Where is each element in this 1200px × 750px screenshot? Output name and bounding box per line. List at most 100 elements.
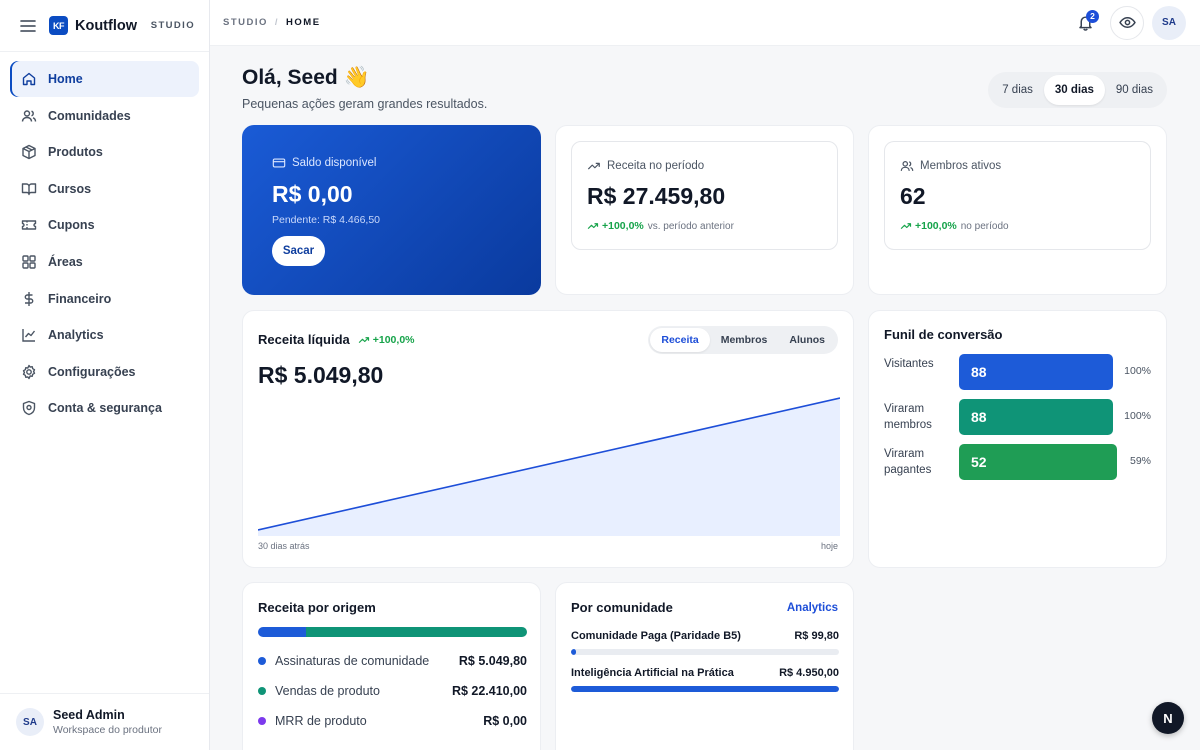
book-icon: [21, 183, 37, 195]
source-label: Assinaturas de comunidade: [275, 654, 430, 668]
stack-segment: [306, 627, 527, 637]
funnel-percent: 59%: [1129, 455, 1151, 467]
withdraw-button[interactable]: Sacar: [272, 236, 325, 266]
x-axis-start-label: 30 dias atrás: [258, 541, 310, 551]
net-revenue-card: Receita líquida +100,0% R$ 5.049,80 Rece…: [242, 310, 854, 568]
funnel-value: 52: [971, 454, 987, 470]
by-community-card: Por comunidade Analytics Comunidade Paga…: [555, 582, 854, 750]
members-delta-note: no período: [960, 220, 1009, 232]
revenue-kpi-footer: +100,0% vs. período anterior: [587, 220, 734, 232]
metric-tabs: Receita Membros Alunos: [648, 326, 838, 354]
legend-dot: [258, 687, 266, 695]
brand-name[interactable]: Koutflow: [75, 18, 137, 34]
funnel-title: Funil de conversão: [884, 327, 1003, 342]
line-chart-icon: [22, 329, 36, 342]
breadcrumb: STUDIO / HOME: [223, 17, 321, 28]
users-icon: [900, 161, 914, 171]
community-progress-fill: [571, 649, 577, 655]
source-label: MRR de produto: [275, 714, 367, 728]
community-progress: [571, 649, 839, 655]
menu-icon[interactable]: [20, 19, 36, 33]
credit-card-icon: [272, 158, 286, 168]
sidebar-item-label: Comunidades: [48, 108, 131, 123]
breadcrumb-studio[interactable]: STUDIO: [223, 17, 268, 28]
sidebar-item-label: Analytics: [48, 328, 104, 343]
funnel-value: 88: [971, 364, 987, 380]
notifications-button[interactable]: 2: [1068, 6, 1102, 40]
by-community-title: Por comunidade: [571, 600, 673, 615]
sidebar-item-label: Produtos: [48, 145, 103, 160]
community-name: Inteligência Artificial na Prática: [571, 667, 734, 679]
period-30-dias[interactable]: 30 dias: [1043, 75, 1105, 105]
source-label: Vendas de produto: [275, 684, 380, 698]
source-value: R$ 22.410,00: [451, 684, 527, 698]
members-kpi-footer: +100,0% no período: [900, 220, 1009, 232]
tab-receita[interactable]: Receita: [650, 328, 710, 352]
topbar: STUDIO / HOME 2 SA: [210, 0, 1200, 46]
tab-alunos[interactable]: Alunos: [778, 328, 836, 352]
sidebar-user[interactable]: SA Seed Admin Workspace do produtor: [0, 693, 209, 750]
sidebar-item-label: Cursos: [48, 181, 92, 196]
balance-label: Saldo disponível: [272, 156, 376, 170]
breadcrumb-home: HOME: [286, 17, 321, 28]
x-axis-end-label: hoje: [820, 541, 838, 551]
balance-value: R$ 0,00: [272, 181, 353, 207]
eye-icon: [1118, 16, 1136, 29]
sidebar-item-label: Financeiro: [48, 291, 112, 306]
sidebar: KF Koutflow STUDIO Home Comunidades Prod…: [0, 0, 210, 750]
avatar: SA: [16, 708, 44, 736]
period-selector: 7 dias 30 dias 90 dias: [988, 72, 1167, 108]
trending-up-icon: [587, 162, 600, 170]
period-90-dias[interactable]: 90 dias: [1105, 75, 1164, 105]
funnel-card: Funil de conversão Visitantes 88 100% Vi…: [868, 310, 1167, 568]
funnel-percent: 100%: [1124, 410, 1151, 422]
users-icon: [21, 109, 37, 122]
community-progress: [571, 686, 839, 692]
sidebar-item-label: Conta & segurança: [48, 401, 162, 416]
balance-pending: Pendente: R$ 4.466,50: [272, 214, 381, 226]
trending-up-icon: [358, 336, 369, 343]
funnel-label: Viraram membros: [884, 403, 932, 431]
notification-badge: 2: [1086, 9, 1099, 23]
sidebar-item-financeiro[interactable]: Financeiro: [10, 281, 199, 317]
net-revenue-title-text: Receita líquida: [258, 332, 350, 347]
funnel-label: Viraram pagantes: [884, 448, 932, 476]
preview-button[interactable]: [1110, 5, 1144, 40]
analytics-link[interactable]: Analytics: [787, 602, 838, 614]
revenue-kpi-value: R$ 27.459,80: [587, 183, 726, 209]
sidebar-item-produtos[interactable]: Produtos: [10, 134, 199, 170]
greeting: Olá, Seed 👋 Pequenas ações geram grandes…: [242, 66, 487, 111]
community-value: R$ 99,80: [794, 630, 839, 642]
sidebar-header: KF Koutflow STUDIO: [0, 0, 209, 52]
sidebar-item-home[interactable]: Home: [10, 61, 199, 97]
sidebar-item-areas[interactable]: Áreas: [10, 244, 199, 280]
studio-tag: STUDIO: [150, 20, 195, 31]
period-7-dias[interactable]: 7 dias: [991, 75, 1044, 105]
topbar-avatar[interactable]: SA: [1152, 5, 1186, 40]
sidebar-item-analytics[interactable]: Analytics: [10, 317, 199, 353]
funnel-value: 88: [971, 409, 987, 425]
page-title: Olá, Seed 👋: [242, 66, 370, 89]
sidebar-item-cupons[interactable]: Cupons: [10, 207, 199, 243]
source-row: MRR de produto R$ 0,00: [258, 711, 527, 731]
balance-label-text: Saldo disponível: [292, 157, 377, 169]
sidebar-item-label: Home: [48, 72, 83, 86]
sidebar-item-cursos[interactable]: Cursos: [10, 171, 199, 207]
revenue-kpi-label-text: Receita no período: [607, 160, 705, 172]
page-subtitle: Pequenas ações geram grandes resultados.: [242, 97, 488, 111]
revenue-kpi-card: Receita no período R$ 27.459,80 +100,0% …: [555, 125, 854, 295]
sidebar-item-conta-seguranca[interactable]: Conta & segurança: [10, 390, 199, 426]
tab-membros[interactable]: Membros: [710, 328, 779, 352]
sidebar-item-comunidades[interactable]: Comunidades: [10, 98, 199, 134]
net-revenue-value: R$ 5.049,80: [258, 362, 384, 388]
help-fab-button[interactable]: N: [1152, 702, 1184, 734]
revenue-by-source-card: Receita por origem Assinaturas de comuni…: [242, 582, 541, 750]
balance-card: Saldo disponível R$ 0,00 Pendente: R$ 4.…: [242, 125, 541, 295]
source-value: R$ 0,00: [483, 714, 527, 728]
sidebar-item-configuracoes[interactable]: Configurações: [10, 354, 199, 390]
community-name: Comunidade Paga (Paridade B5): [571, 630, 741, 642]
revenue-delta-text: +100,0%: [602, 220, 644, 232]
community-row[interactable]: Inteligência Artificial na Prática R$ 4.…: [571, 667, 839, 692]
community-row[interactable]: Comunidade Paga (Paridade B5) R$ 99,80: [571, 630, 839, 655]
breadcrumb-separator: /: [274, 17, 280, 28]
